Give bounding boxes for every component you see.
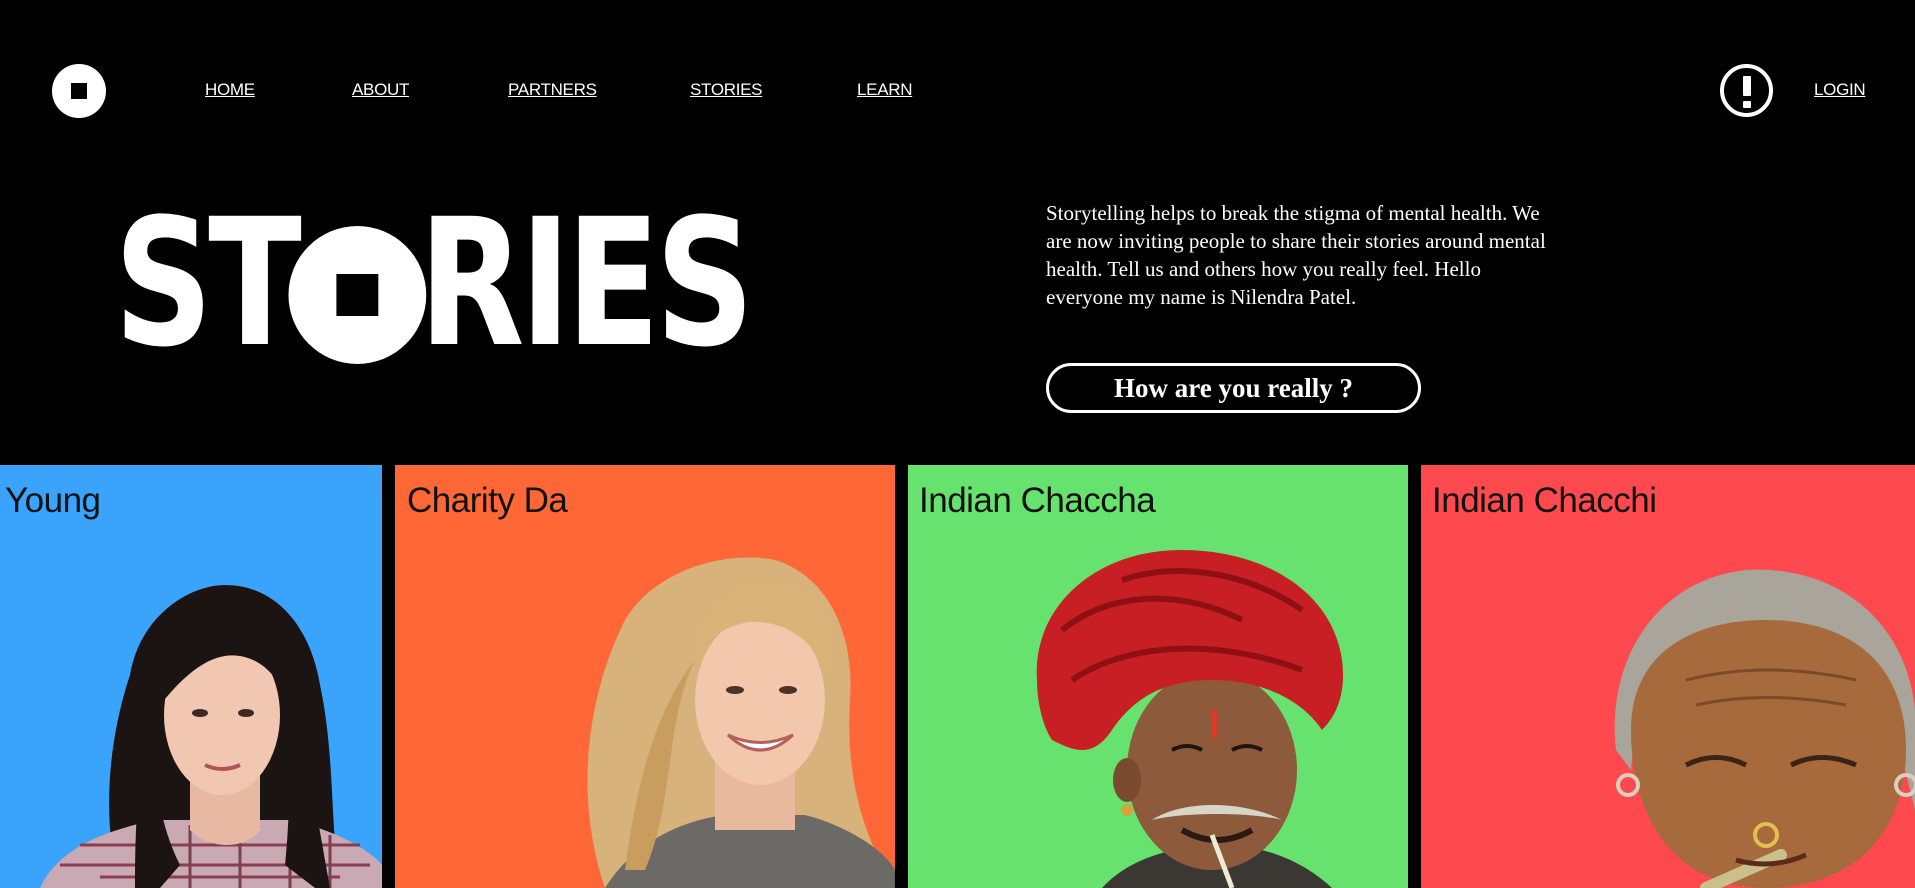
top-nav: HOME ABOUT PARTNERS STORIES LEARN LOGIN: [0, 0, 1915, 180]
logo-icon[interactable]: [52, 64, 106, 118]
story-card-name: Indian Chaccha: [919, 481, 1156, 520]
nav-about-link[interactable]: ABOUT: [352, 80, 409, 100]
portrait-image: [1036, 550, 1343, 888]
title-suffix: RIES: [418, 180, 754, 386]
portrait-image: [40, 585, 382, 888]
story-card-name: Indian Chacchi: [1432, 481, 1657, 520]
story-cards: Young Charity Da Indian Chaccha Indian C…: [0, 465, 1915, 888]
page-title: ST RIES: [114, 195, 929, 371]
hero-description: Storytelling helps to break the stigma o…: [1046, 201, 1546, 309]
title-prefix: ST: [114, 180, 302, 386]
story-card-indian-chaccha[interactable]: Indian Chaccha: [908, 465, 1408, 888]
nav-learn-link[interactable]: LEARN: [857, 80, 912, 100]
nav-partners-link[interactable]: PARTNERS: [508, 80, 597, 100]
nav-stories-link[interactable]: STORIES: [690, 80, 763, 100]
nav-home-link[interactable]: HOME: [205, 80, 255, 100]
story-card-young[interactable]: Young: [0, 465, 382, 888]
how-are-you-button[interactable]: How are you really ?: [1046, 363, 1421, 413]
story-card-name: Charity Da: [407, 481, 568, 520]
alert-icon[interactable]: [1720, 64, 1773, 117]
story-card-charity-da[interactable]: Charity Da: [395, 465, 895, 888]
login-link[interactable]: LOGIN: [1814, 80, 1866, 100]
story-card-indian-chacchi[interactable]: Indian Chacchi: [1421, 465, 1915, 888]
story-card-name: Young: [5, 481, 101, 520]
portrait-image: [1614, 569, 1915, 888]
portrait-image: [587, 557, 895, 888]
title-o-logo-icon: [288, 226, 427, 365]
